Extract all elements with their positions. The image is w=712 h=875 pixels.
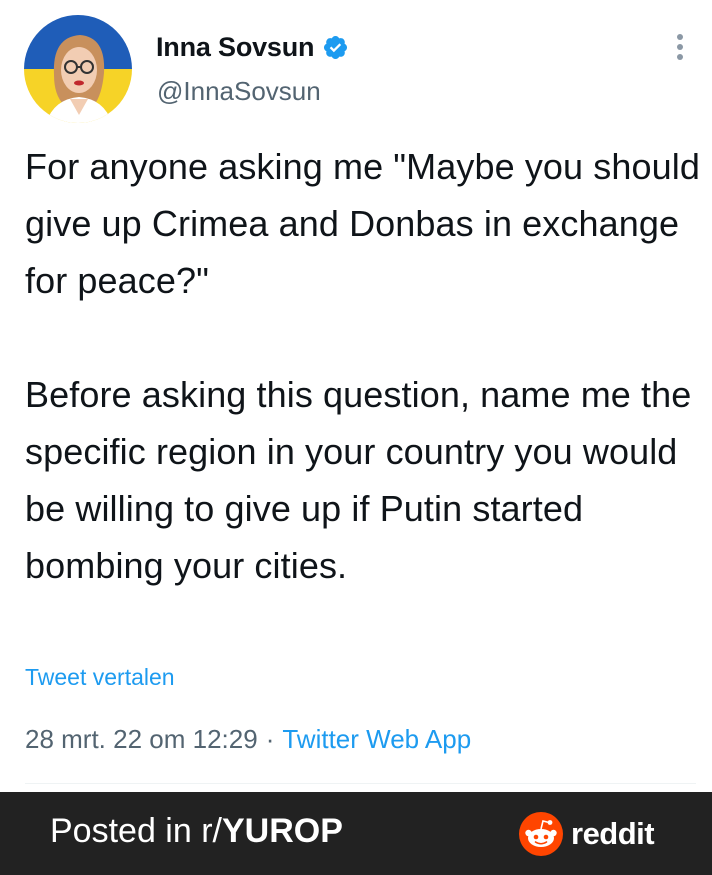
screenshot: Inna Sovsun @InnaSovsun For anyone askin… <box>0 0 712 875</box>
tweet-source-link[interactable]: Twitter Web App <box>282 724 471 754</box>
divider <box>25 783 696 784</box>
meta-separator: · <box>265 724 275 754</box>
avatar-image <box>24 15 132 123</box>
reddit-snoo-icon <box>519 812 563 856</box>
reddit-logo[interactable]: reddit <box>519 812 655 856</box>
avatar[interactable] <box>24 15 132 123</box>
reddit-footer-bar: Posted in r/YUROP reddit <box>0 792 712 875</box>
tweet-meta: 28 mrt. 22 om 12:29 · Twitter Web App <box>25 724 471 755</box>
tweet-card: Inna Sovsun @InnaSovsun For anyone askin… <box>0 0 712 792</box>
reddit-wordmark: reddit <box>571 816 655 851</box>
translate-tweet-link[interactable]: Tweet vertalen <box>25 664 175 691</box>
subreddit-name[interactable]: YUROP <box>222 812 343 850</box>
tweet-paragraph-1: For anyone asking me "Maybe you should g… <box>25 146 700 301</box>
tweet-timestamp[interactable]: 28 mrt. 22 om 12:29 <box>25 724 258 754</box>
posted-in-prefix: Posted in r/ <box>50 812 222 850</box>
author-handle[interactable]: @InnaSovsun <box>157 76 321 107</box>
author-display-name[interactable]: Inna Sovsun <box>156 32 315 63</box>
verified-badge-icon <box>324 35 348 59</box>
posted-in-label: Posted in r/YUROP <box>50 812 343 851</box>
tweet-text: For anyone asking me "Maybe you should g… <box>25 138 705 594</box>
tweet-paragraph-2: Before asking this question, name me the… <box>25 374 692 586</box>
author-name-row: Inna Sovsun <box>156 30 349 64</box>
more-vertical-icon[interactable] <box>672 34 688 62</box>
